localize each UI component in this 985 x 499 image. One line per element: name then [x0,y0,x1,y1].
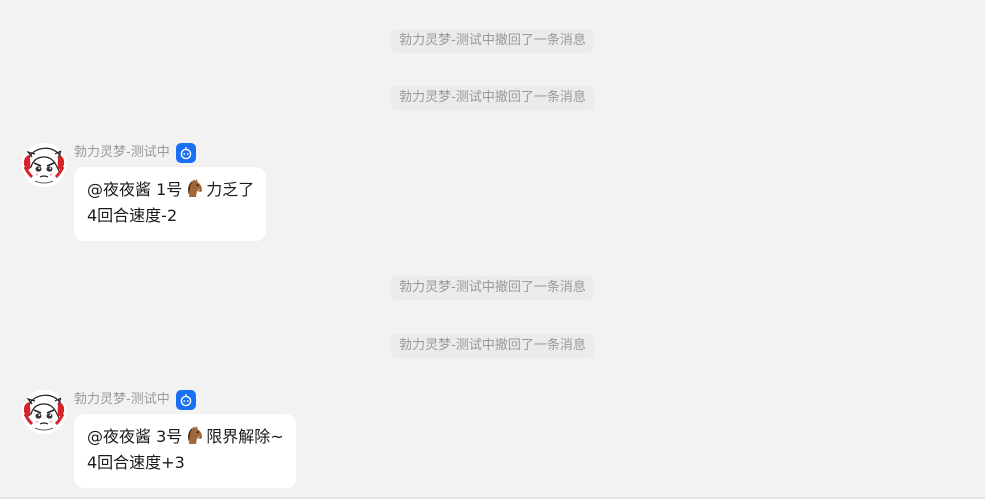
message-line-2: 4回合速度+3 [87,453,185,472]
message-bubble[interactable]: @夜夜酱 1号 力乏了 4回合速度-2 [74,167,267,241]
avatar-anime-girl-icon [22,390,66,434]
sender-avatar[interactable] [22,143,66,187]
horse-face-icon [188,179,203,197]
horse-face-icon [188,426,203,444]
recall-notice-text: 勃力灵梦-测试中撤回了一条消息 [391,276,594,300]
recall-notice: 勃力灵梦-测试中撤回了一条消息 [0,276,985,300]
recall-notice-text: 勃力灵梦-测试中撤回了一条消息 [391,334,594,358]
mention-text: @夜夜酱 3号 [87,427,183,446]
bot-badge-icon[interactable] [175,390,196,410]
avatar-anime-girl-icon [22,143,66,187]
sender-name[interactable]: 勃力灵梦-测试中 [74,143,170,163]
recall-notice: 勃力灵梦-测试中撤回了一条消息 [0,29,985,53]
message-bubble[interactable]: @夜夜酱 3号 限界解除~ 4回合速度+3 [74,414,296,488]
bot-badge-icon[interactable] [175,143,196,163]
robot-icon [180,146,192,160]
chat-message-area[interactable]: 勃力灵梦-测试中撤回了一条消息 勃力灵梦-测试中撤回了一条消息 勃力灵梦-测试中… [0,0,985,499]
message-text: 力乏了 [206,180,255,199]
message-line-1: @夜夜酱 1号 力乏了 [87,177,254,203]
sender-line: 勃力灵梦-测试中 [74,143,196,163]
sender-name[interactable]: 勃力灵梦-测试中 [74,390,170,410]
message-line-2: 4回合速度-2 [87,206,178,225]
robot-icon [180,393,192,407]
message-text: 限界解除~ [206,427,284,446]
sender-avatar[interactable] [22,390,66,434]
sender-line: 勃力灵梦-测试中 [74,390,196,410]
mention-text: @夜夜酱 1号 [87,180,183,199]
recall-notice: 勃力灵梦-测试中撤回了一条消息 [0,334,985,358]
recall-notice-text: 勃力灵梦-测试中撤回了一条消息 [391,29,594,53]
recall-notice-text: 勃力灵梦-测试中撤回了一条消息 [391,86,594,110]
message-line-1: @夜夜酱 3号 限界解除~ [87,424,284,450]
recall-notice: 勃力灵梦-测试中撤回了一条消息 [0,86,985,110]
